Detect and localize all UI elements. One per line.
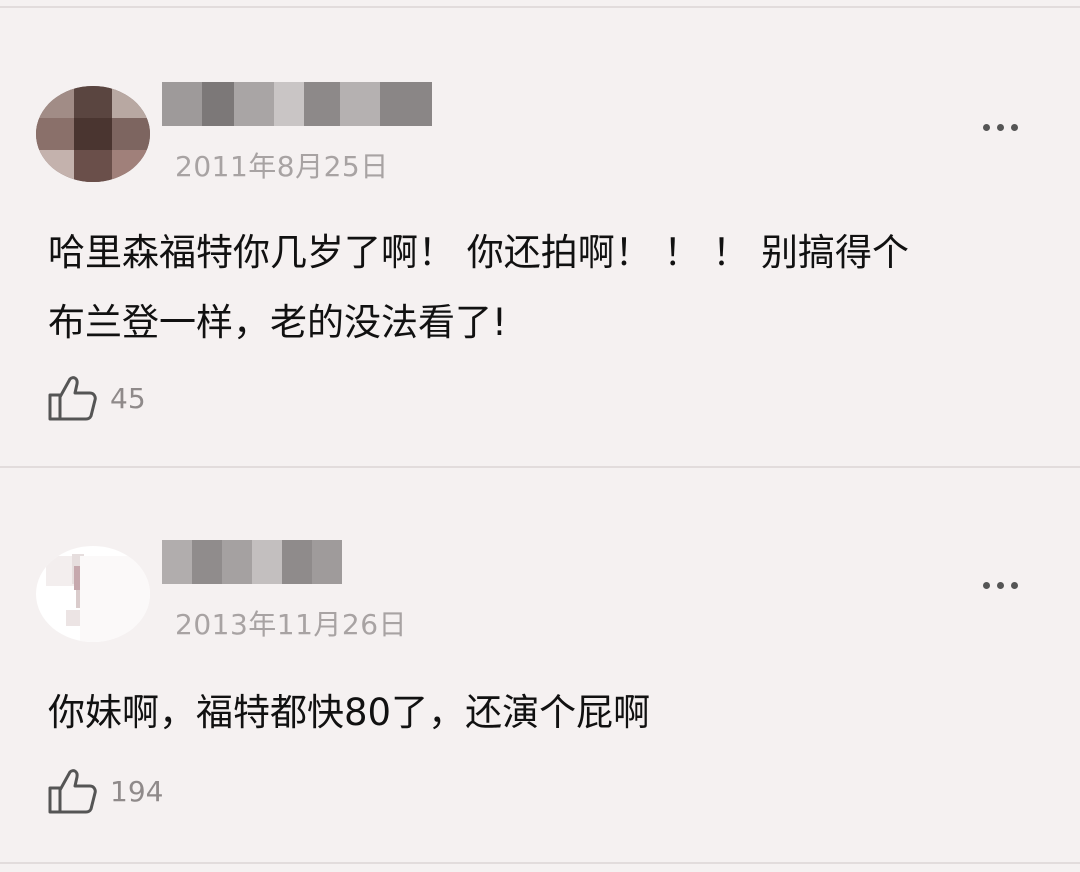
comment-text-line: 哈里森福特你几岁了啊！ 你还拍啊！ ！ ！ 别搞得个 (48, 231, 910, 274)
like-count: 194 (110, 774, 164, 808)
more-dots-icon (982, 123, 990, 131)
comment-text: 你妹啊，福特都快80了，还演个屁啊 (48, 678, 1048, 748)
username-blurred[interactable] (162, 82, 432, 126)
more-options-button[interactable] (968, 570, 1032, 600)
like-row: 194 (46, 766, 163, 816)
comment-item: 2013年11月26日 你妹啊，福特都快80了，还演个屁啊 194 (0, 468, 1080, 872)
thumbs-up-icon[interactable] (46, 373, 100, 423)
avatar[interactable] (36, 86, 150, 182)
like-row: 45 (46, 373, 146, 423)
comment-item: 2011年8月25日 哈里森福特你几岁了啊！ 你还拍啊！ ！ ！ 别搞得个 布兰… (0, 0, 1080, 466)
avatar[interactable] (36, 546, 150, 642)
comment-text-line: 布兰登一样，老的没法看了! (48, 301, 507, 344)
like-count: 45 (110, 381, 146, 415)
username-blurred[interactable] (162, 540, 342, 584)
more-options-button[interactable] (968, 112, 1032, 142)
comment-text-line: 你妹啊，福特都快80了，还演个屁啊 (48, 691, 651, 734)
comment-date: 2011年8月25日 (175, 150, 389, 183)
more-dots-icon (982, 581, 990, 589)
comment-text: 哈里森福特你几岁了啊！ 你还拍啊！ ！ ！ 别搞得个 布兰登一样，老的没法看了! (48, 218, 1048, 358)
bottom-divider (0, 862, 1080, 864)
comment-date: 2013年11月26日 (175, 608, 408, 641)
thumbs-up-icon[interactable] (46, 766, 100, 816)
